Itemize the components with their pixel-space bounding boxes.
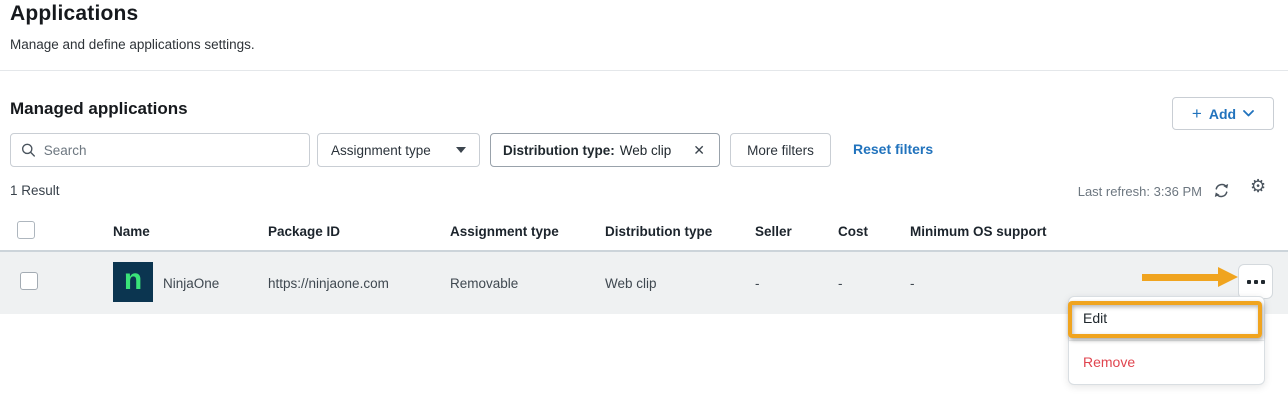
logo-letter: n xyxy=(124,265,142,295)
ellipsis-icon xyxy=(1247,280,1251,284)
row-actions-menu: Edit Remove xyxy=(1068,296,1265,385)
assignment-type-dropdown[interactable]: Assignment type xyxy=(317,133,480,167)
assignment-type-label: Assignment type xyxy=(331,143,431,158)
result-count: 1 Result xyxy=(10,183,60,198)
search-icon xyxy=(21,142,36,158)
last-refresh-text: Last refresh: 3:36 PM xyxy=(1078,184,1202,199)
reset-filters-link[interactable]: Reset filters xyxy=(853,141,933,157)
cell-assignment-type: Removable xyxy=(450,276,518,291)
more-filters-label: More filters xyxy=(747,143,814,158)
cell-name: NinjaOne xyxy=(163,276,219,291)
select-all-checkbox[interactable] xyxy=(17,221,35,239)
header-divider xyxy=(0,70,1288,71)
cell-cost: - xyxy=(838,276,843,291)
cell-distribution-type: Web clip xyxy=(605,276,657,291)
row-actions-button[interactable] xyxy=(1238,264,1273,299)
page-subtitle: Manage and define applications settings. xyxy=(10,37,255,52)
plus-icon: + xyxy=(1192,105,1202,122)
menu-item-edit[interactable]: Edit xyxy=(1069,297,1264,341)
ninjaone-logo: n xyxy=(113,262,153,302)
section-title: Managed applications xyxy=(10,99,188,119)
column-header-package-id[interactable]: Package ID xyxy=(268,224,340,239)
column-header-assignment-type[interactable]: Assignment type xyxy=(450,224,559,239)
chip-label: Distribution type: xyxy=(503,143,615,158)
chevron-down-icon xyxy=(1243,110,1254,117)
more-filters-button[interactable]: More filters xyxy=(730,133,831,167)
column-header-seller[interactable]: Seller xyxy=(755,224,792,239)
cell-minimum-os-support: - xyxy=(910,276,915,291)
page-title: Applications xyxy=(10,2,138,26)
menu-item-remove[interactable]: Remove xyxy=(1069,341,1264,385)
add-button-label: Add xyxy=(1209,106,1236,122)
column-header-name[interactable]: Name xyxy=(113,224,150,239)
refresh-icon[interactable] xyxy=(1212,181,1231,200)
chip-value: Web clip xyxy=(620,143,672,158)
column-header-distribution-type[interactable]: Distribution type xyxy=(605,224,712,239)
row-checkbox[interactable] xyxy=(20,272,38,290)
chevron-down-icon xyxy=(456,147,466,153)
applications-page: Applications Manage and define applicati… xyxy=(0,0,1288,403)
gear-icon[interactable]: ⚙ xyxy=(1250,177,1266,195)
add-button[interactable]: + Add xyxy=(1172,97,1274,130)
close-icon[interactable]: ✕ xyxy=(691,140,707,161)
search-box[interactable] xyxy=(10,133,310,167)
cell-package-id: https://ninjaone.com xyxy=(268,276,389,291)
search-input[interactable] xyxy=(44,143,299,158)
column-header-cost[interactable]: Cost xyxy=(838,224,868,239)
column-header-minimum-os-support[interactable]: Minimum OS support xyxy=(910,224,1047,239)
annotation-arrow xyxy=(1142,267,1238,287)
cell-seller: - xyxy=(755,276,760,291)
distribution-type-filter-chip[interactable]: Distribution type: Web clip ✕ xyxy=(490,133,720,167)
